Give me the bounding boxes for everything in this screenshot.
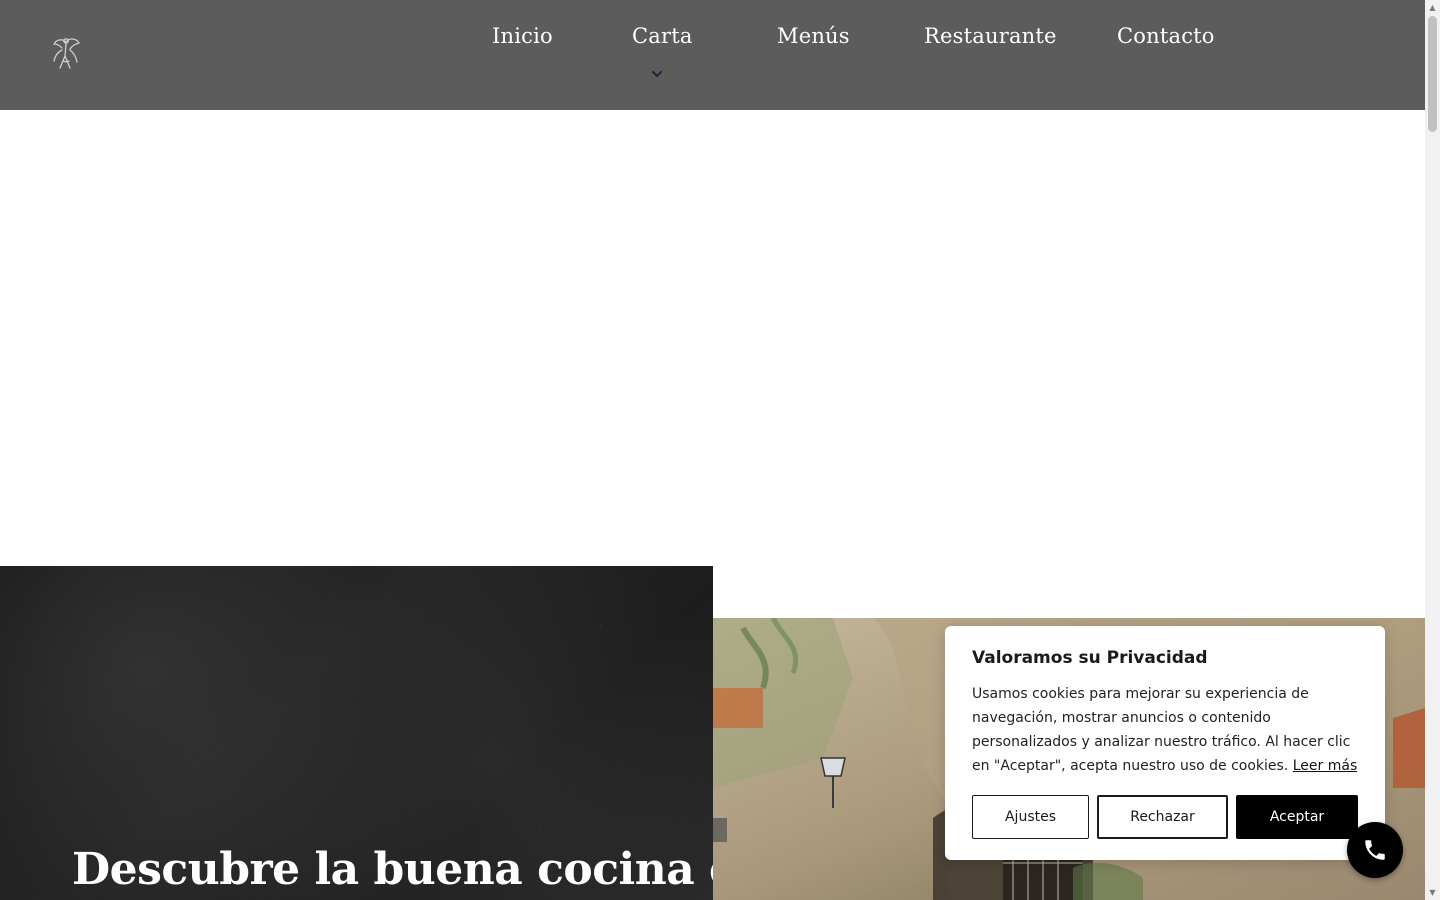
call-button[interactable] bbox=[1347, 822, 1403, 878]
nav-item-carta[interactable]: Carta bbox=[632, 20, 693, 52]
nav-item-restaurante[interactable]: Restaurante bbox=[924, 20, 1057, 52]
hero-text-panel: Descubre la buena cocina en bbox=[0, 566, 713, 900]
cookie-consent-dialog: Valoramos su Privacidad Usamos cookies p… bbox=[945, 626, 1385, 860]
nav-item-menus[interactable]: Menús bbox=[777, 20, 850, 52]
hero-title: Descubre la buena cocina en bbox=[72, 844, 713, 895]
nav-item-contacto[interactable]: Contacto bbox=[1117, 20, 1215, 52]
cookie-title: Valoramos su Privacidad bbox=[972, 648, 1208, 668]
scroll-up-arrow-icon[interactable]: ▲ bbox=[1425, 0, 1440, 15]
page-scrollbar[interactable]: ▲ ▼ bbox=[1425, 0, 1440, 900]
cookie-settings-button[interactable]: Ajustes bbox=[972, 795, 1089, 839]
scroll-thumb[interactable] bbox=[1428, 16, 1437, 132]
nav-item-inicio[interactable]: Inicio bbox=[492, 20, 553, 52]
scroll-down-arrow-icon[interactable]: ▼ bbox=[1425, 885, 1440, 900]
cookie-accept-button[interactable]: Aceptar bbox=[1236, 795, 1358, 839]
read-more-link[interactable]: Leer más bbox=[1293, 758, 1358, 774]
phone-icon bbox=[1365, 840, 1385, 860]
cookie-reject-button[interactable]: Rechazar bbox=[1097, 795, 1228, 839]
site-header: Inicio Carta Menús Restaurante Contacto bbox=[0, 0, 1425, 110]
chevron-down-icon[interactable] bbox=[650, 66, 664, 78]
cookie-description: Usamos cookies para mejorar su experienc… bbox=[972, 682, 1362, 778]
main-nav: Inicio Carta Menús Restaurante Contacto bbox=[0, 20, 1425, 80]
